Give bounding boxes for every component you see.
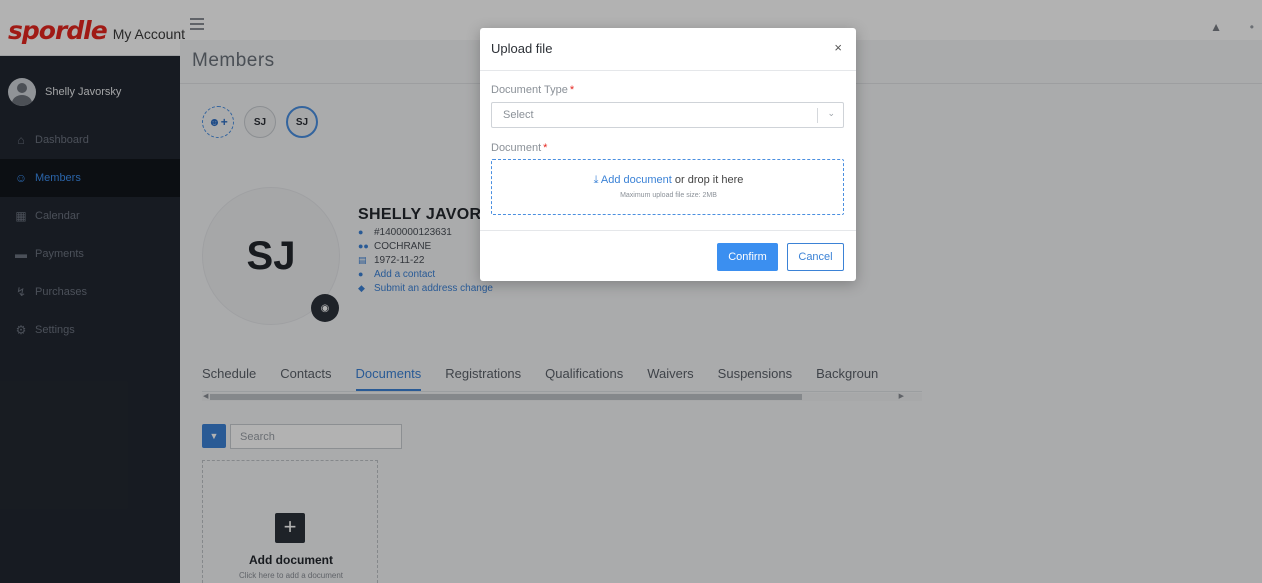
document-label: Document *: [491, 142, 547, 154]
modal-title: Upload file: [491, 41, 553, 56]
document-type-label: Document Type *: [491, 84, 574, 96]
document-dropzone[interactable]: ⤓ Add document or drop it here Maximum u…: [491, 159, 844, 215]
drop-text: or drop it here: [671, 174, 744, 186]
required-mark: *: [543, 142, 548, 154]
cancel-button[interactable]: Cancel: [787, 243, 844, 271]
modal-header: Upload file ×: [480, 28, 856, 71]
dropzone-text: ⤓ Add document or drop it here: [492, 174, 845, 187]
modal-footer: Confirm Cancel: [480, 230, 856, 281]
upload-file-modal: Upload file × Document Type * Select ⌄ Do…: [480, 28, 856, 281]
select-separator: [817, 108, 818, 123]
document-type-select[interactable]: Select ⌄: [491, 102, 844, 128]
max-upload-size: Maximum upload file size: 2MB: [620, 192, 717, 199]
add-document-link[interactable]: Add document: [601, 174, 672, 186]
document-label-text: Document: [491, 142, 542, 154]
required-mark: *: [569, 84, 575, 96]
document-type-label-text: Document Type: [491, 84, 568, 96]
confirm-button[interactable]: Confirm: [717, 243, 778, 271]
chevron-down-icon: ⌄: [827, 108, 835, 118]
select-placeholder: Select: [503, 109, 534, 121]
upload-icon: ⤓: [593, 174, 601, 186]
close-icon[interactable]: ×: [834, 40, 842, 55]
